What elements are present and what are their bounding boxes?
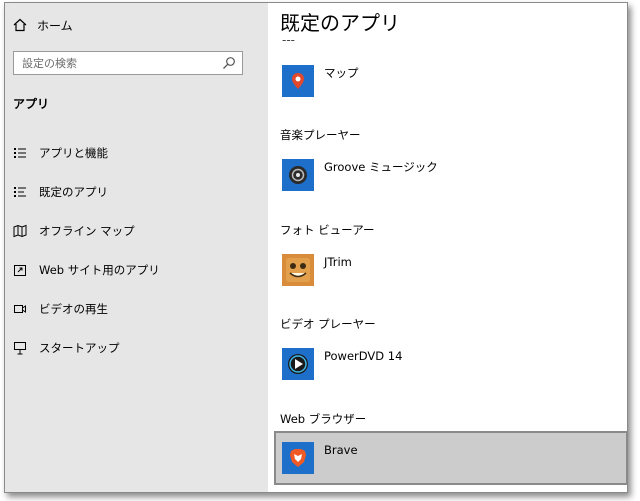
default-app-browser[interactable]: Brave <box>274 431 627 485</box>
default-app-video[interactable]: PowerDVD 14 <box>274 342 627 386</box>
sidebar-item-offline-maps[interactable]: オフライン マップ <box>5 211 268 250</box>
app-name: マップ <box>324 66 359 80</box>
search-input[interactable]: 設定の検索 <box>13 51 243 75</box>
external-icon <box>14 264 26 276</box>
default-apps-icon <box>14 186 26 197</box>
groove-app-icon <box>282 159 314 191</box>
sidebar-item-default-apps[interactable]: 既定のアプリ <box>5 172 268 211</box>
group-label-video: ビデオ プレーヤー <box>280 317 376 331</box>
list-icon <box>14 147 26 158</box>
app-name: JTrim <box>324 255 352 269</box>
group-label-browser: Web ブラウザー <box>280 412 367 426</box>
section-title: アプリ <box>13 97 50 111</box>
sidebar-item-label: Web サイト用のアプリ <box>39 262 160 277</box>
home-icon <box>13 18 27 32</box>
group-label-photo: フォト ビューアー <box>280 223 375 237</box>
home-label: ホーム <box>37 18 73 33</box>
default-app-photo[interactable]: JTrim <box>274 248 627 292</box>
jtrim-app-icon <box>282 254 314 286</box>
brave-app-icon <box>282 442 314 474</box>
maps-app-icon <box>282 65 314 97</box>
sidebar-item-apps-for-websites[interactable]: Web サイト用のアプリ <box>5 250 268 289</box>
search-placeholder: 設定の検索 <box>22 57 77 70</box>
default-app-music[interactable]: Groove ミュージック <box>274 153 627 197</box>
app-name: PowerDVD 14 <box>324 349 403 363</box>
sidebar-item-label: ビデオの再生 <box>39 301 108 316</box>
group-label-music: 音楽プレーヤー <box>280 128 361 142</box>
sidebar-item-label: アプリと機能 <box>39 145 108 160</box>
home-link[interactable]: ホーム <box>13 15 73 35</box>
page-title: 既定のアプリ <box>280 7 406 36</box>
main-content: ‐‐‐ 既定のアプリ マップ 音楽プレーヤー Groove ミュージック <box>268 3 627 492</box>
app-name: Groove ミュージック <box>324 160 438 174</box>
cut-off-text: ‐‐‐ <box>282 39 300 45</box>
sidebar-item-label: オフライン マップ <box>39 223 135 238</box>
app-name: Brave <box>324 443 358 457</box>
sidebar-item-label: スタートアップ <box>39 340 120 355</box>
sidebar-nav: アプリと機能 既定のアプリ オフライン マップ Web サイト用のアプリ ビデオ… <box>5 133 268 367</box>
video-icon <box>14 304 26 313</box>
sidebar: ホーム 設定の検索 アプリ アプリと機能 既定のアプリ オフライン マップ We… <box>5 3 268 492</box>
settings-window: ホーム 設定の検索 アプリ アプリと機能 既定のアプリ オフライン マップ We… <box>4 2 628 493</box>
startup-icon <box>14 341 26 354</box>
sidebar-item-apps-features[interactable]: アプリと機能 <box>5 133 268 172</box>
search-icon[interactable] <box>222 56 236 70</box>
sidebar-item-video-playback[interactable]: ビデオの再生 <box>5 289 268 328</box>
sidebar-item-label: 既定のアプリ <box>39 184 108 199</box>
default-app-maps[interactable]: マップ <box>274 59 627 103</box>
map-icon <box>13 224 27 237</box>
powerdvd-app-icon <box>282 348 314 380</box>
sidebar-item-startup[interactable]: スタートアップ <box>5 328 268 367</box>
